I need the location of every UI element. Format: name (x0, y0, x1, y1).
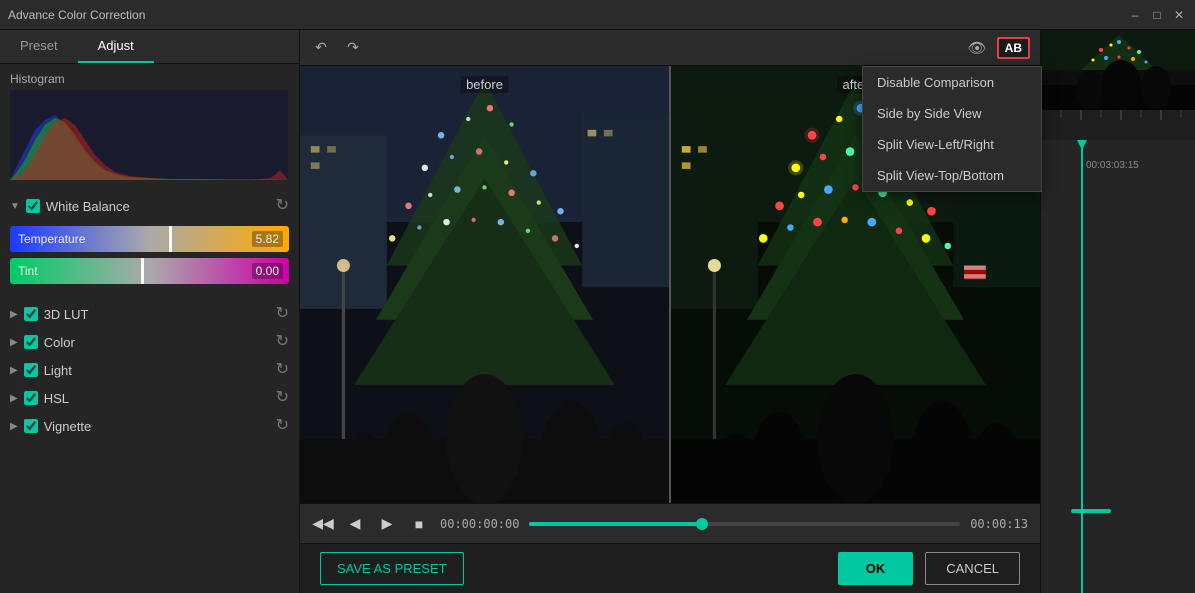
center-panel: ↶ ↷ 👁 AB Disable Comparison Side by Side… (300, 30, 1040, 593)
left-panel: Preset Adjust Histogram (0, 30, 300, 593)
section-header-color[interactable]: ▶ Color ↻ (0, 328, 299, 356)
chevron-white-balance: ▼ (10, 201, 20, 212)
thumbnail-strip (1041, 30, 1195, 110)
play-button[interactable]: ▶ (376, 513, 398, 535)
tabs-bar: Preset Adjust (0, 30, 299, 64)
close-button[interactable]: ✕ (1171, 7, 1187, 23)
accordion-sections: ▼ White Balance ↻ Temperature 5.82 (0, 188, 299, 593)
maximize-button[interactable]: □ (1149, 7, 1165, 23)
chevron-hsl: ▶ (10, 393, 18, 404)
tint-row: Tint 0.00 (10, 258, 289, 284)
progress-fill (529, 522, 701, 526)
timeline-time-label: 00:03:03:15 (1086, 160, 1139, 171)
ok-button[interactable]: OK (838, 552, 914, 585)
section-header-vignette[interactable]: ▶ Vignette ↻ (0, 412, 299, 440)
video-controls: ◀◀ ◀ ▶ ■ 00:00:00:00 00:00:13 (300, 503, 1040, 543)
section-label-3d-lut: 3D LUT (44, 307, 270, 322)
section-label-white-balance: White Balance (46, 199, 270, 214)
tint-value: 0.00 (252, 263, 283, 279)
playhead-thumb (1077, 140, 1087, 150)
reset-white-balance[interactable]: ↻ (276, 198, 289, 214)
window-title: Advance Color Correction (8, 8, 145, 22)
timeline-ruler: 00:03:03:15 (1041, 110, 1195, 593)
comparison-dropdown: Disable Comparison Side by Side View Spl… (862, 66, 1042, 192)
tab-preset[interactable]: Preset (0, 30, 78, 63)
temperature-label: Temperature (18, 232, 85, 246)
redo-button[interactable]: ↷ (342, 37, 364, 59)
reset-3d-lut[interactable]: ↻ (276, 306, 289, 322)
before-label: before (460, 76, 509, 93)
visibility-icon[interactable]: 👁 (968, 39, 987, 57)
reset-color[interactable]: ↻ (276, 334, 289, 350)
undo-button[interactable]: ↶ (310, 37, 332, 59)
histogram-section: Histogram (0, 64, 299, 188)
section-header-hsl[interactable]: ▶ HSL ↻ (0, 384, 299, 412)
footer-right-buttons: OK CANCEL (838, 552, 1020, 585)
checkbox-light[interactable] (24, 363, 38, 377)
minimize-button[interactable]: – (1127, 7, 1143, 23)
ab-comparison-button[interactable]: AB (997, 37, 1030, 59)
checkbox-color[interactable] (24, 335, 38, 349)
footer: SAVE AS PRESET OK CANCEL (300, 543, 1040, 593)
reset-hsl[interactable]: ↻ (276, 390, 289, 406)
dropdown-item-side-by-side[interactable]: Side by Side View (863, 98, 1041, 129)
section-white-balance: ▼ White Balance ↻ Temperature 5.82 (0, 192, 299, 300)
progress-bar[interactable] (529, 522, 960, 526)
main-layout: Preset Adjust Histogram (0, 30, 1195, 593)
tab-adjust[interactable]: Adjust (78, 30, 154, 63)
checkbox-white-balance[interactable] (26, 199, 40, 213)
section-header-light[interactable]: ▶ Light ↻ (0, 356, 299, 384)
section-label-hsl: HSL (44, 391, 270, 406)
section-header-white-balance[interactable]: ▼ White Balance ↻ (0, 192, 299, 220)
reset-vignette[interactable]: ↻ (276, 418, 289, 434)
section-label-light: Light (44, 363, 270, 378)
temperature-row: Temperature 5.82 (10, 226, 289, 252)
before-frame: before (300, 66, 669, 503)
timeline-scrollbar-track (1041, 509, 1195, 513)
step-back-button[interactable]: ◀ (344, 513, 366, 535)
histogram-label: Histogram (10, 72, 289, 86)
checkbox-3d-lut[interactable] (24, 307, 38, 321)
white-balance-controls: Temperature 5.82 Tint 0.00 (0, 220, 299, 300)
right-panel: 00:03:03:15 (1040, 30, 1195, 593)
section-header-3d-lut[interactable]: ▶ 3D LUT ↻ (0, 300, 299, 328)
tint-label: Tint (18, 264, 38, 278)
thumbnail-svg (1041, 30, 1195, 110)
time-total: 00:00:13 (970, 517, 1028, 531)
before-scene-svg (300, 66, 669, 503)
dropdown-item-split-lr[interactable]: Split View-Left/Right (863, 129, 1041, 160)
temperature-thumb[interactable] (169, 226, 172, 252)
temperature-slider[interactable]: Temperature 5.82 (10, 226, 289, 252)
section-label-color: Color (44, 335, 270, 350)
ruler-svg (1041, 110, 1195, 140)
temperature-value: 5.82 (252, 231, 283, 247)
checkbox-hsl[interactable] (24, 391, 38, 405)
save-preset-button[interactable]: SAVE AS PRESET (320, 552, 464, 585)
section-label-vignette: Vignette (44, 419, 270, 434)
chevron-color: ▶ (10, 337, 18, 348)
timeline-scrollbar-thumb[interactable] (1071, 509, 1111, 513)
time-current: 00:00:00:00 (440, 517, 519, 531)
progress-thumb[interactable] (696, 518, 708, 530)
split-divider (669, 66, 671, 503)
histogram-canvas (10, 90, 288, 180)
stop-button[interactable]: ■ (408, 513, 430, 535)
chevron-3d-lut: ▶ (10, 309, 18, 320)
tint-track (10, 258, 289, 284)
reset-light[interactable]: ↻ (276, 362, 289, 378)
titlebar: Advance Color Correction – □ ✕ (0, 0, 1195, 30)
video-toolbar: ↶ ↷ 👁 AB (300, 30, 1040, 66)
histogram-svg (10, 90, 288, 180)
dropdown-item-disable[interactable]: Disable Comparison (863, 67, 1041, 98)
chevron-vignette: ▶ (10, 421, 18, 432)
tint-slider[interactable]: Tint 0.00 (10, 258, 289, 284)
window-controls: – □ ✕ (1127, 7, 1187, 23)
tint-thumb[interactable] (141, 258, 144, 284)
dropdown-item-split-tb[interactable]: Split View-Top/Bottom (863, 160, 1041, 191)
cancel-button[interactable]: CANCEL (925, 552, 1020, 585)
chevron-light: ▶ (10, 365, 18, 376)
timeline-playhead (1081, 110, 1083, 593)
checkbox-vignette[interactable] (24, 419, 38, 433)
skip-back-button[interactable]: ◀◀ (312, 513, 334, 535)
